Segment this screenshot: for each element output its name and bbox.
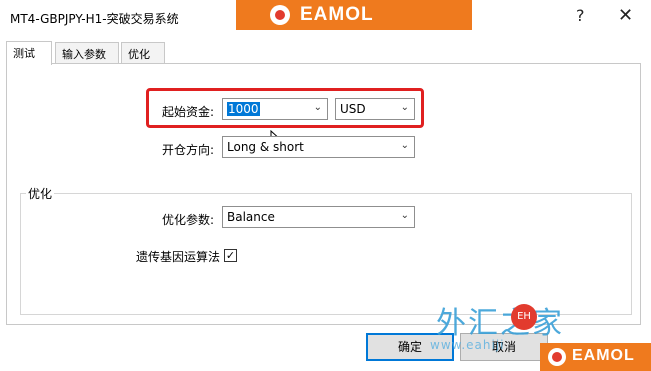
highlight-box — [146, 88, 424, 128]
genetic-algorithm-checkbox[interactable]: ✓ — [224, 249, 237, 262]
direction-label: 开仓方向: — [162, 143, 215, 157]
tab-optimization[interactable]: 优化 — [121, 42, 165, 64]
brand-logo-icon — [548, 348, 566, 366]
brand-logo-icon — [270, 5, 290, 25]
direction-combo[interactable]: Long & short ⌄ — [222, 136, 415, 158]
watermark: 外汇之家 EH — [436, 298, 564, 342]
chevron-down-icon: ⌄ — [400, 210, 409, 221]
optimization-param-combo[interactable]: Balance ⌄ — [222, 206, 415, 228]
check-icon: ✓ — [225, 249, 236, 262]
optimization-param-label: 优化参数: — [162, 213, 215, 227]
tab-inputs[interactable]: 输入参数 — [55, 42, 119, 64]
optimization-group-title: 优化 — [26, 185, 55, 202]
chevron-down-icon: ⌄ — [400, 140, 409, 151]
watermark-url: www.eahiji — [430, 338, 505, 352]
brand-text: EAMOL — [300, 4, 374, 25]
close-button[interactable]: ✕ — [618, 6, 633, 26]
window-title: MT4-GBPJPY-H1-突破交易系统 — [10, 12, 179, 26]
genetic-algorithm-label: 遗传基因运算法 — [136, 250, 221, 264]
direction-value: Long & short — [227, 140, 304, 154]
optimization-param-value: Balance — [227, 210, 275, 224]
tab-testing[interactable]: 测试 — [6, 41, 52, 65]
help-button[interactable]: ? — [576, 6, 585, 26]
corner-brand-text: EAMOL — [572, 347, 635, 364]
watermark-logo-icon: EH — [511, 304, 537, 330]
brand-banner: EAMOL — [236, 0, 472, 30]
corner-brand-banner: EAMOL — [540, 343, 651, 371]
watermark-text: 外汇之家 — [436, 306, 564, 341]
